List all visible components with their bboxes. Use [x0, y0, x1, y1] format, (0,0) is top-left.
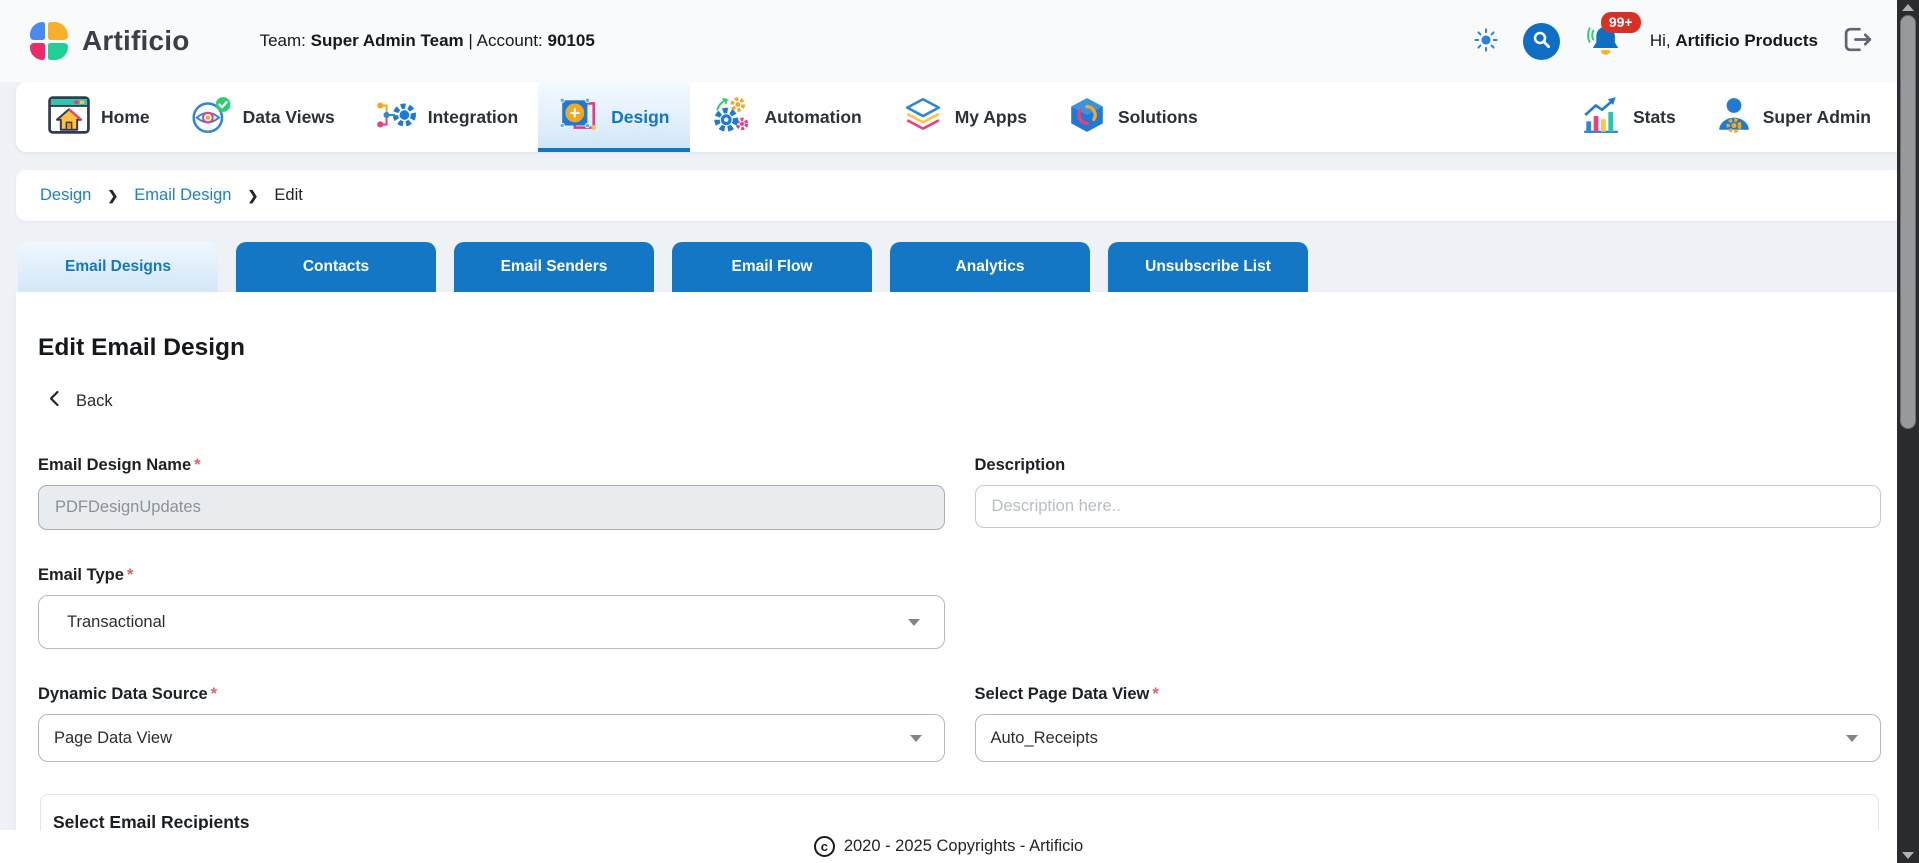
required-marker: * [194, 456, 200, 474]
nav-item-label: Solutions [1118, 107, 1198, 128]
gears-icon [710, 96, 754, 139]
copyright-text: 2020 - 2025 Copyrights - Artificio [844, 837, 1083, 856]
tab-contacts[interactable]: Contacts [236, 242, 436, 292]
artificio-logo-icon [30, 22, 69, 61]
back-button[interactable]: Back [38, 390, 113, 412]
edit-email-design-panel: Edit Email Design Back Email Design Name… [16, 292, 1903, 845]
account-value: 90105 [548, 31, 595, 50]
nav-item-super-admin[interactable]: Super Admin [1696, 82, 1891, 152]
divider: | [468, 31, 472, 50]
nav-item-stats[interactable]: Stats [1560, 82, 1696, 152]
page-data-view-select[interactable]: Auto_Receipts [975, 714, 1882, 762]
description-label: Description [975, 456, 1882, 475]
search-icon [1532, 30, 1551, 52]
tab-analytics[interactable]: Analytics [890, 242, 1090, 292]
home-icon [48, 96, 90, 139]
tab-unsubscribe-list[interactable]: Unsubscribe List [1108, 242, 1308, 292]
nav-item-label: Home [101, 107, 150, 128]
required-marker: * [1152, 685, 1158, 703]
select-page-data-view-label: Select Page Data View* [975, 685, 1882, 704]
greeting-prefix: Hi, [1650, 31, 1671, 50]
brand[interactable]: Artificio [30, 22, 190, 61]
tab-email-senders[interactable]: Email Senders [454, 242, 654, 292]
required-marker: * [127, 566, 133, 584]
back-label: Back [76, 392, 113, 411]
chevron-left-icon [48, 390, 60, 412]
caret-down-icon [910, 735, 922, 742]
breadcrumb: Design ❯ Email Design ❯ Edit [16, 170, 1903, 221]
email-design-name-label: Email Design Name* [38, 456, 945, 475]
top-header: Artificio Team: Super Admin Team | Accou… [0, 0, 1919, 82]
main-navbar: Home Data Views Integrat [16, 82, 1903, 152]
account-label: Account: [477, 31, 543, 50]
layers-icon [902, 96, 944, 139]
chevron-right-icon: ❯ [248, 188, 259, 204]
nav-item-design[interactable]: Design [538, 82, 689, 152]
nav-item-label: Stats [1633, 107, 1676, 128]
page-data-view-value: Auto_Receipts [991, 729, 1098, 748]
search-button[interactable] [1523, 23, 1560, 60]
field-description: Description [975, 456, 1882, 530]
breadcrumb-link-design[interactable]: Design [40, 186, 91, 205]
sun-icon [1473, 27, 1499, 56]
design-canvas-icon [558, 96, 600, 139]
logout-button[interactable] [1842, 25, 1873, 57]
nav-item-label: Super Admin [1763, 107, 1871, 128]
dynamic-data-source-label: Dynamic Data Source* [38, 685, 945, 704]
nav-item-my-apps[interactable]: My Apps [882, 82, 1047, 152]
team-label: Team: [260, 31, 306, 50]
nav-item-automation[interactable]: Automation [690, 82, 882, 152]
nav-item-label: Automation [765, 107, 862, 128]
scroll-down-arrow-icon[interactable] [1902, 852, 1914, 859]
notifications-button[interactable]: 99+ [1584, 18, 1626, 64]
chevron-right-icon: ❯ [107, 188, 118, 204]
description-input[interactable] [975, 485, 1882, 528]
user-name: Artificio Products [1675, 31, 1818, 50]
scrollbar-thumb[interactable] [1900, 15, 1916, 429]
notification-badge: 99+ [1601, 12, 1641, 33]
email-type-label: Email Type* [38, 566, 945, 585]
nav-item-label: Design [611, 107, 669, 128]
field-email-type: Email Type* Transactional [38, 566, 945, 649]
tab-email-designs[interactable]: Email Designs [18, 242, 218, 292]
tab-email-flow[interactable]: Email Flow [672, 242, 872, 292]
field-dynamic-data-source: Dynamic Data Source* Page Data View [38, 685, 945, 762]
nav-item-home[interactable]: Home [28, 82, 170, 152]
theme-toggle-button[interactable] [1473, 27, 1499, 56]
dynamic-data-source-select[interactable]: Page Data View [38, 714, 945, 762]
user-greeting: Hi, Artificio Products [1650, 31, 1818, 51]
required-marker: * [211, 685, 217, 703]
caret-down-icon [1846, 735, 1858, 742]
nav-item-solutions[interactable]: Solutions [1047, 82, 1218, 152]
cube-icon [1067, 96, 1107, 139]
email-type-value: Transactional [67, 613, 165, 632]
nav-item-label: Integration [428, 107, 518, 128]
stats-chart-icon [1580, 96, 1622, 139]
email-design-name-input[interactable] [38, 485, 945, 530]
breadcrumb-link-email-design[interactable]: Email Design [134, 186, 231, 205]
team-account-line: Team: Super Admin Team | Account: 90105 [260, 31, 595, 51]
email-type-select[interactable]: Transactional [38, 595, 945, 649]
scroll-up-arrow-icon[interactable] [1902, 4, 1914, 11]
nav-item-label: My Apps [955, 107, 1027, 128]
copyright-footer: c 2020 - 2025 Copyrights - Artificio [0, 830, 1897, 863]
caret-down-icon [908, 619, 920, 626]
page-title: Edit Email Design [38, 334, 1881, 362]
nav-item-label: Data Views [243, 107, 335, 128]
field-select-page-data-view: Select Page Data View* Auto_Receipts [975, 685, 1882, 762]
brand-name: Artificio [82, 25, 190, 57]
copyright-icon: c [814, 836, 835, 857]
logout-icon [1842, 25, 1873, 57]
vertical-scrollbar[interactable] [1897, 0, 1919, 863]
nav-item-data-views[interactable]: Data Views [170, 82, 355, 152]
team-name: Super Admin Team [311, 31, 464, 50]
section-tabs: Email Designs Contacts Email Senders Ema… [16, 242, 1903, 292]
admin-user-icon [1716, 96, 1752, 139]
dynamic-data-source-value: Page Data View [54, 729, 172, 748]
nav-item-integration[interactable]: Integration [355, 82, 538, 152]
eye-check-icon [190, 96, 232, 139]
breadcrumb-current: Edit [274, 186, 302, 205]
field-email-design-name: Email Design Name* [38, 456, 945, 530]
circuit-gear-icon [375, 96, 417, 139]
